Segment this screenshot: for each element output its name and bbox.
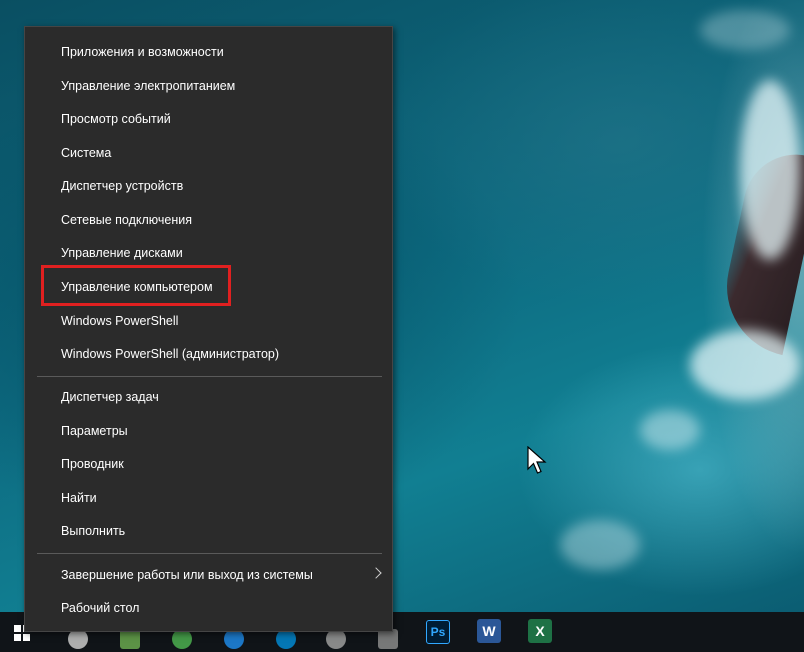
menu-item-label: Сетевые подключения (61, 213, 193, 227)
chevron-right-icon (370, 567, 382, 579)
menu-item-shutdown-signout[interactable]: Завершение работы или выход из системы (25, 560, 392, 590)
wallpaper-foam (640, 410, 700, 450)
menu-item-system[interactable]: Система (25, 138, 392, 168)
menu-item-device-manager[interactable]: Диспетчер устройств (25, 171, 392, 201)
menu-item-label: Проводник (61, 457, 124, 471)
taskbar-app-icon[interactable] (276, 629, 296, 649)
wallpaper-foam (740, 80, 800, 260)
menu-item-label: Параметры (61, 424, 128, 438)
menu-item-event-viewer[interactable]: Просмотр событий (25, 104, 392, 134)
photoshop-icon[interactable]: Ps (426, 620, 450, 644)
menu-item-label: Приложения и возможности (61, 45, 224, 59)
taskbar-app-icon[interactable] (378, 629, 398, 649)
menu-item-label: Управление электропитанием (61, 79, 236, 93)
menu-item-disk-management[interactable]: Управление дисками (25, 238, 392, 268)
taskbar-app-icon[interactable] (326, 629, 346, 649)
menu-separator (37, 376, 382, 377)
menu-item-label: Диспетчер устройств (61, 179, 184, 193)
word-icon[interactable]: W (477, 619, 501, 643)
menu-item-powershell-admin[interactable]: Windows PowerShell (администратор) (25, 339, 392, 369)
mouse-cursor-icon (527, 446, 547, 474)
menu-item-file-explorer[interactable]: Проводник (25, 449, 392, 479)
menu-item-label: Найти (61, 491, 97, 505)
menu-item-label: Завершение работы или выход из системы (61, 568, 313, 582)
taskbar-app-icon[interactable] (224, 629, 244, 649)
menu-item-label: Windows PowerShell (61, 314, 179, 328)
menu-item-label: Управление дисками (61, 246, 183, 260)
menu-item-run[interactable]: Выполнить (25, 516, 392, 546)
menu-item-task-manager[interactable]: Диспетчер задач (25, 382, 392, 412)
menu-item-label: Windows PowerShell (администратор) (61, 347, 280, 361)
menu-item-label: Система (61, 146, 112, 160)
winx-context-menu: Приложения и возможности Управление элек… (24, 26, 393, 632)
menu-item-powershell[interactable]: Windows PowerShell (25, 306, 392, 336)
highlight-annotation (41, 265, 231, 306)
menu-item-network-connections[interactable]: Сетевые подключения (25, 205, 392, 235)
menu-item-settings[interactable]: Параметры (25, 416, 392, 446)
wallpaper-foam (700, 10, 790, 50)
excel-icon[interactable]: X (528, 619, 552, 643)
menu-separator (37, 553, 382, 554)
menu-item-apps-features[interactable]: Приложения и возможности (25, 37, 392, 67)
menu-item-label: Диспетчер задач (61, 390, 159, 404)
menu-item-label: Рабочий стол (61, 601, 140, 615)
taskbar-app-icon[interactable] (120, 629, 140, 649)
menu-item-label: Выполнить (61, 524, 126, 538)
wallpaper-foam (560, 520, 640, 570)
menu-item-label: Просмотр событий (61, 112, 171, 126)
menu-item-search[interactable]: Найти (25, 483, 392, 513)
taskbar-app-icon[interactable] (68, 629, 88, 649)
wallpaper-foam (690, 330, 800, 400)
menu-item-desktop[interactable]: Рабочий стол (25, 593, 392, 623)
taskbar-app-icon[interactable] (172, 629, 192, 649)
menu-item-power-options[interactable]: Управление электропитанием (25, 71, 392, 101)
